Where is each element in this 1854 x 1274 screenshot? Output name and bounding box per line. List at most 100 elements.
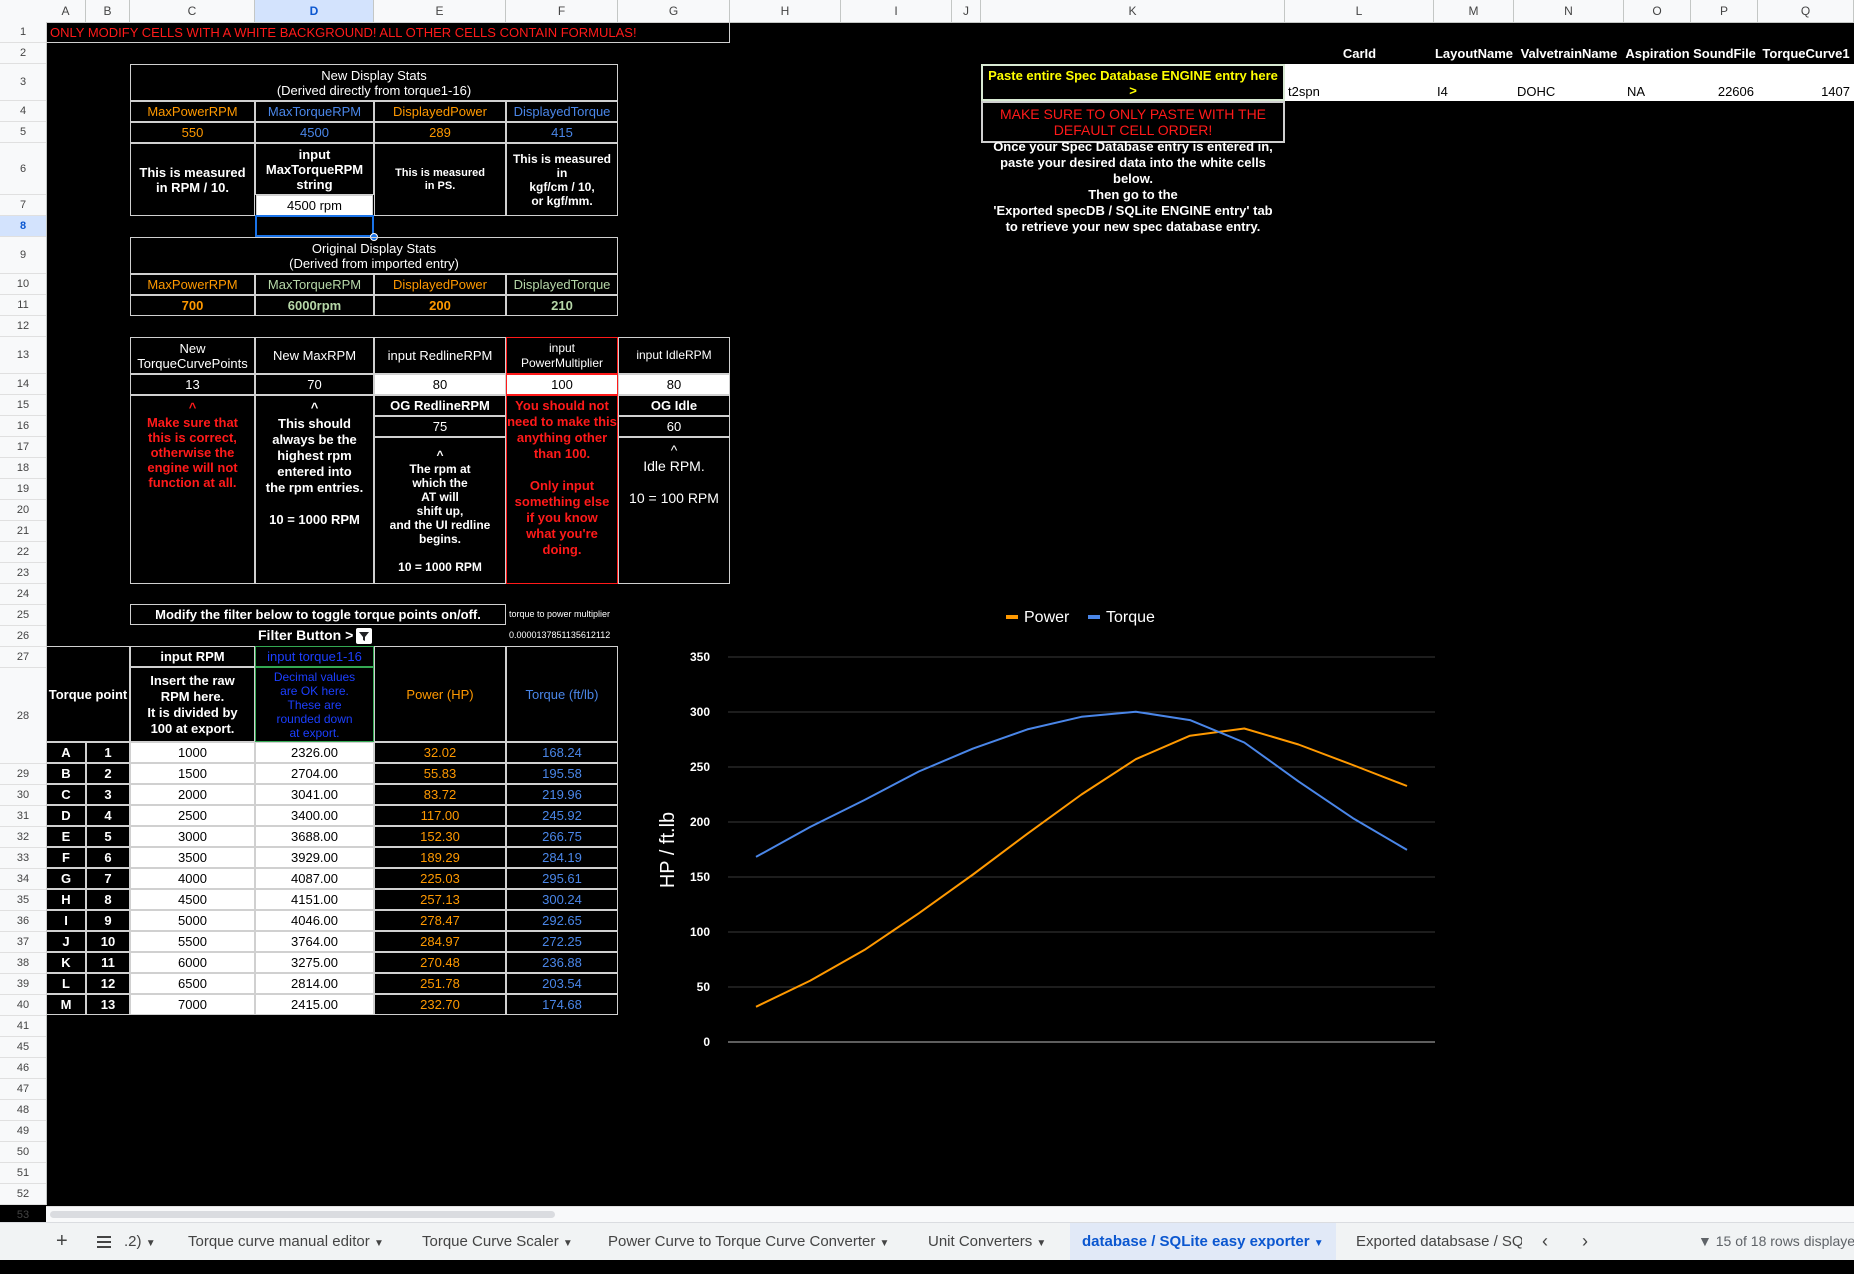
- rpm-input[interactable]: 5500: [130, 931, 255, 952]
- torque-input[interactable]: 3688.00: [255, 826, 374, 847]
- filter-icon[interactable]: [356, 628, 372, 644]
- row-header[interactable]: 52: [0, 1184, 46, 1205]
- scroll-tabs-right-icon[interactable]: ›: [1578, 1223, 1592, 1260]
- rpm-input[interactable]: 4000: [130, 868, 255, 889]
- rpm-input[interactable]: 1500: [130, 763, 255, 784]
- spec-value-torquecurve1[interactable]: 1407: [1758, 64, 1854, 101]
- col-header-l[interactable]: L: [1285, 0, 1434, 22]
- col-header-k[interactable]: K: [981, 0, 1285, 22]
- torque-input[interactable]: 4151.00: [255, 889, 374, 910]
- row-header[interactable]: 50: [0, 1142, 46, 1163]
- rpm-input[interactable]: 7000: [130, 994, 255, 1015]
- row-header[interactable]: 5: [0, 122, 46, 143]
- col-header-p[interactable]: P: [1691, 0, 1758, 22]
- spec-value-aspiration[interactable]: NA: [1624, 64, 1691, 101]
- row-header[interactable]: 19: [0, 479, 46, 500]
- col-header-h[interactable]: H: [730, 0, 841, 22]
- powermultiplier-input[interactable]: 100: [506, 374, 618, 395]
- chevron-down-icon[interactable]: ▼: [563, 1238, 573, 1249]
- horizontal-scrollbar[interactable]: [46, 1206, 1854, 1223]
- row-header[interactable]: 25: [0, 605, 46, 626]
- rpm-input[interactable]: 6000: [130, 952, 255, 973]
- sheet-tab-torque-curve-manual-editor[interactable]: Torque curve manual editor ▼: [184, 1223, 388, 1260]
- sheet-tab-torque-curve-scaler[interactable]: Torque Curve Scaler ▼: [418, 1223, 577, 1260]
- rpm-input[interactable]: 2000: [130, 784, 255, 805]
- row-header[interactable]: 16: [0, 416, 46, 437]
- row-header[interactable]: 37: [0, 932, 46, 953]
- torque-input[interactable]: 3400.00: [255, 805, 374, 826]
- maxtorquerpm-string-input[interactable]: 4500 rpm: [256, 195, 373, 216]
- row-header[interactable]: 23: [0, 563, 46, 584]
- col-header-e[interactable]: E: [374, 0, 506, 22]
- row-header[interactable]: 18: [0, 458, 46, 479]
- chevron-down-icon[interactable]: ▼: [146, 1238, 156, 1249]
- row-header[interactable]: 1: [0, 22, 46, 43]
- spec-value-valvetrain[interactable]: DOHC: [1514, 64, 1624, 101]
- row-header[interactable]: 35: [0, 890, 46, 911]
- torque-input[interactable]: 3929.00: [255, 847, 374, 868]
- row-header[interactable]: 8: [0, 216, 46, 237]
- row-header[interactable]: 9: [0, 237, 46, 274]
- torque-input[interactable]: 2415.00: [255, 994, 374, 1015]
- row-header[interactable]: 32: [0, 827, 46, 848]
- rpm-input[interactable]: 6500: [130, 973, 255, 994]
- sheet-tab[interactable]: .2) ▼: [120, 1223, 160, 1260]
- rpm-input[interactable]: 1000: [130, 742, 255, 763]
- row-header[interactable]: 33: [0, 848, 46, 869]
- row-header[interactable]: 17: [0, 437, 46, 458]
- row-header[interactable]: 15: [0, 395, 46, 416]
- torque-input[interactable]: 4087.00: [255, 868, 374, 889]
- row-header[interactable]: 14: [0, 374, 46, 395]
- col-header-b[interactable]: B: [86, 0, 130, 22]
- row-header[interactable]: 34: [0, 869, 46, 890]
- row-header[interactable]: 6: [0, 143, 46, 195]
- row-header[interactable]: 40: [0, 995, 46, 1016]
- row-header[interactable]: 13: [0, 337, 46, 374]
- col-header-n[interactable]: N: [1514, 0, 1624, 22]
- spec-value-layoutname[interactable]: I4: [1434, 64, 1514, 101]
- row-header[interactable]: 12: [0, 316, 46, 337]
- row-header[interactable]: 29: [0, 764, 46, 785]
- chevron-down-icon[interactable]: ▼: [880, 1238, 890, 1249]
- spec-value-soundfile[interactable]: 22606: [1691, 64, 1758, 101]
- rpm-input[interactable]: 2500: [130, 805, 255, 826]
- col-header-q[interactable]: Q: [1758, 0, 1854, 22]
- col-header-o[interactable]: O: [1624, 0, 1691, 22]
- row-header[interactable]: 2: [0, 43, 46, 64]
- row-header[interactable]: 46: [0, 1058, 46, 1079]
- torque-input[interactable]: 2326.00: [255, 742, 374, 763]
- scroll-tabs-left-icon[interactable]: ‹: [1538, 1223, 1552, 1260]
- row-header[interactable]: 22: [0, 542, 46, 563]
- row-header[interactable]: 27: [0, 647, 46, 668]
- rpm-input[interactable]: 3000: [130, 826, 255, 847]
- torque-input[interactable]: 3041.00: [255, 784, 374, 805]
- row-header[interactable]: 30: [0, 785, 46, 806]
- col-header-f[interactable]: F: [506, 0, 618, 22]
- col-header-i[interactable]: I: [841, 0, 952, 22]
- row-header[interactable]: 3: [0, 64, 46, 101]
- row-header[interactable]: 39: [0, 974, 46, 995]
- row-header[interactable]: 21: [0, 521, 46, 542]
- spec-value-carid[interactable]: t2spn: [1285, 64, 1434, 101]
- row-header[interactable]: 47: [0, 1079, 46, 1100]
- row-header[interactable]: 48: [0, 1100, 46, 1121]
- torque-input[interactable]: 3764.00: [255, 931, 374, 952]
- row-header[interactable]: 41: [0, 1016, 46, 1037]
- row-header[interactable]: 7: [0, 195, 46, 216]
- row-header[interactable]: 51: [0, 1163, 46, 1184]
- row-header[interactable]: 4: [0, 101, 46, 122]
- all-sheets-icon[interactable]: [92, 1223, 116, 1260]
- row-header[interactable]: 36: [0, 911, 46, 932]
- rpm-input[interactable]: 5000: [130, 910, 255, 931]
- torque-input[interactable]: 2814.00: [255, 973, 374, 994]
- row-header[interactable]: 38: [0, 953, 46, 974]
- sheet-tab-power-to-torque-converter[interactable]: Power Curve to Torque Curve Converter ▼: [604, 1223, 893, 1260]
- chevron-down-icon[interactable]: ▼: [1036, 1238, 1046, 1249]
- sheet-tab-sqlite-easy-exporter[interactable]: database / SQLite easy exporter ▼: [1070, 1223, 1336, 1260]
- row-header[interactable]: 11: [0, 295, 46, 316]
- rpm-input[interactable]: 4500: [130, 889, 255, 910]
- row-header[interactable]: 10: [0, 274, 46, 295]
- row-header[interactable]: 28: [0, 668, 46, 764]
- row-header[interactable]: 45: [0, 1037, 46, 1058]
- scrollbar-thumb[interactable]: [50, 1211, 555, 1218]
